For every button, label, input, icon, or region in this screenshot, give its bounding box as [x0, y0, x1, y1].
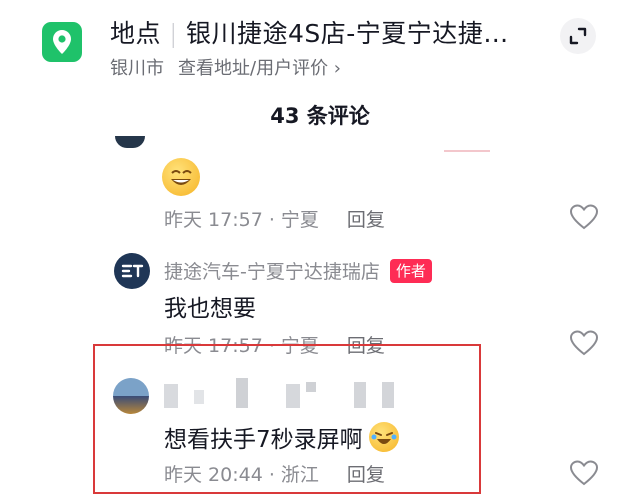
author-avatar[interactable] — [114, 253, 150, 289]
expand-button[interactable] — [560, 18, 596, 54]
author-name[interactable]: 捷途汽车-宁夏宁达捷瑞店 — [164, 257, 380, 284]
reply-button[interactable]: 回复 — [347, 464, 385, 486]
heart-outline-icon[interactable] — [569, 203, 599, 231]
comment-time: 昨天 20:44 · 浙江 — [164, 464, 319, 486]
previous-avatar — [115, 136, 145, 148]
view-address-link[interactable]: 查看地址/用户评价 › — [178, 58, 341, 79]
blurred-username — [164, 378, 404, 416]
location-title[interactable]: 地点 | 银川捷途4S店-宁夏宁达捷… — [110, 14, 509, 50]
laughing-emoji-icon — [368, 422, 399, 452]
reply-button[interactable]: 回复 — [347, 209, 385, 231]
heart-outline-icon[interactable] — [569, 329, 599, 357]
title-label: 地点 — [110, 19, 162, 48]
comment-text: 我也想要 — [164, 296, 256, 322]
heart-outline-icon[interactable] — [569, 459, 599, 487]
comment-meta: 昨天 20:44 · 浙江 回复 — [164, 460, 385, 487]
grinning-emoji-icon — [162, 158, 200, 196]
city-name: 银川市 — [110, 58, 164, 79]
place-name: 银川捷途4S店-宁夏宁达捷… — [185, 19, 509, 48]
location-subtitle: 银川市 查看地址/用户评价 › — [110, 54, 341, 80]
comment-meta: 昨天 17:57 · 宁夏 回复 — [164, 205, 385, 232]
user-avatar[interactable] — [113, 378, 149, 414]
author-row: 捷途汽车-宁夏宁达捷瑞店 作者 — [164, 257, 432, 284]
location-pin-icon — [42, 22, 82, 62]
divider — [444, 150, 490, 152]
comment-text-row: 想看扶手7秒录屏啊 — [164, 420, 399, 454]
comment-text: 想看扶手7秒录屏啊 — [164, 427, 363, 453]
author-badge: 作者 — [389, 258, 432, 283]
expand-icon — [569, 27, 587, 45]
comment-count: 43 条评论 — [270, 104, 370, 128]
comment-time: 昨天 17:57 · 宁夏 — [164, 209, 319, 231]
